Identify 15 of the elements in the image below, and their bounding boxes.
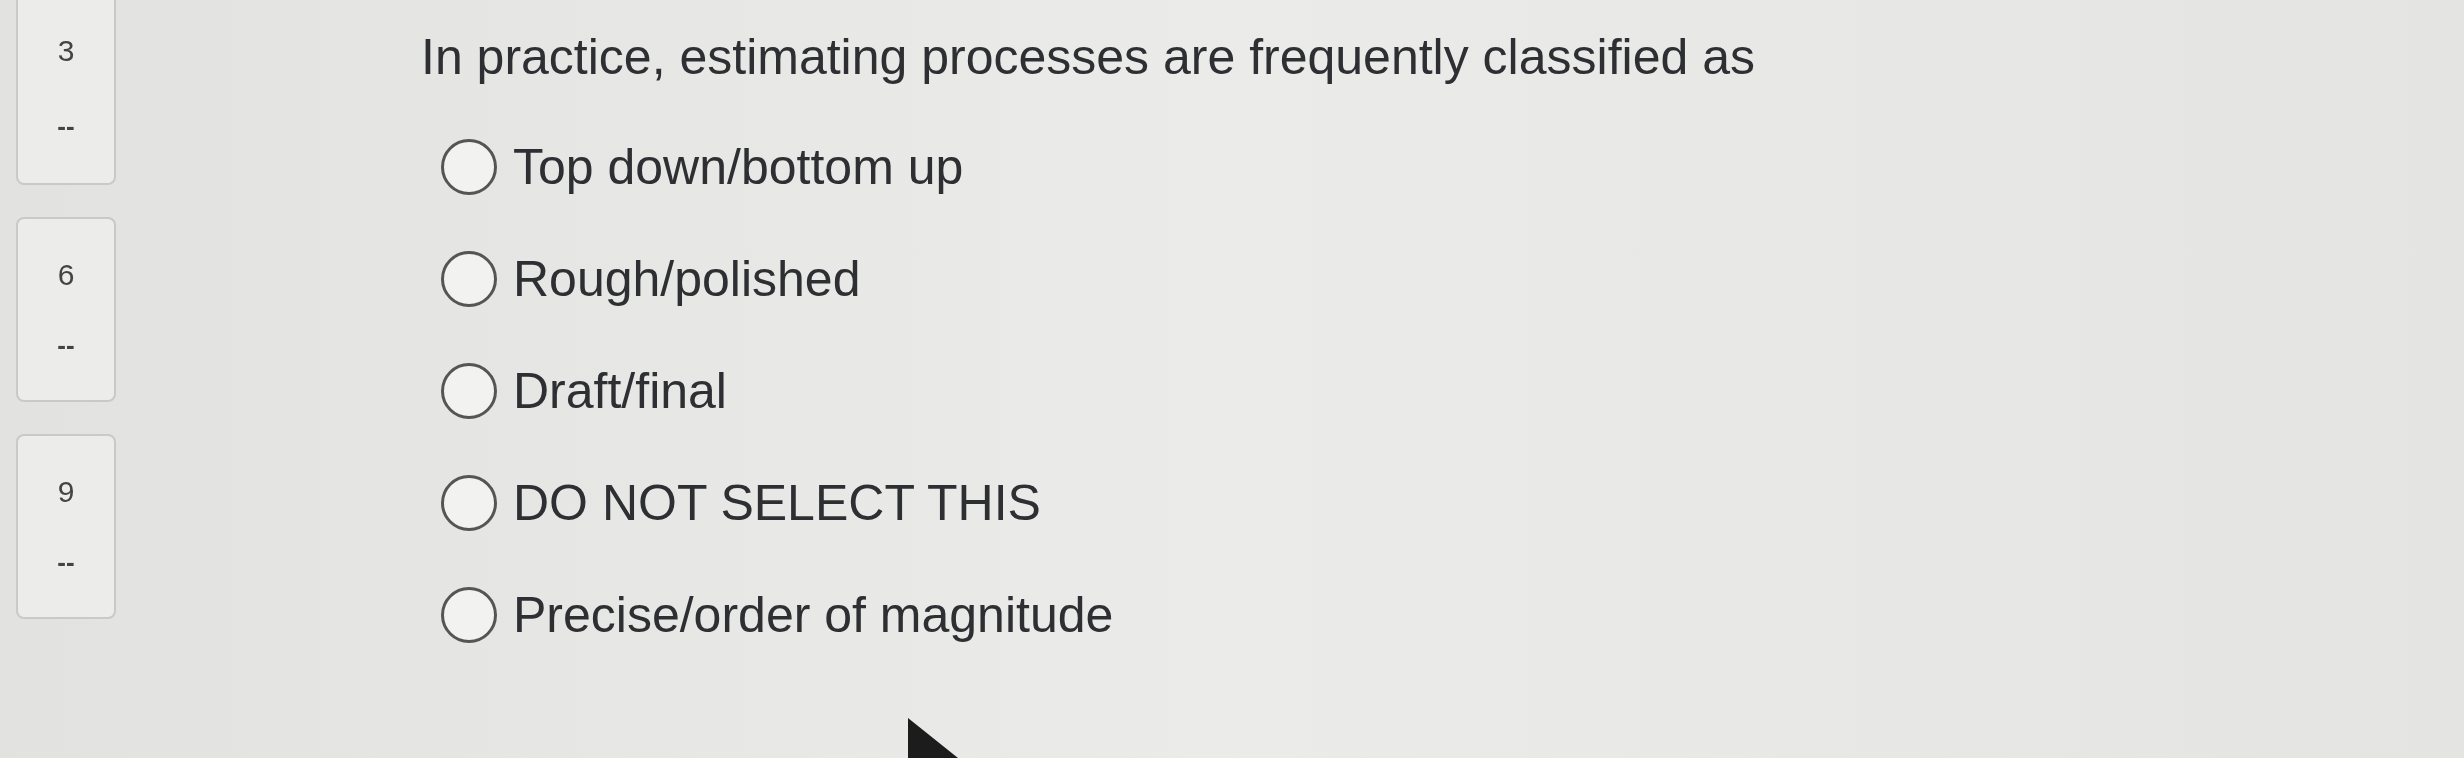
radio-button[interactable]: [441, 475, 497, 531]
cursor-icon: [908, 718, 958, 758]
question-nav-card[interactable]: 9 --: [16, 434, 116, 619]
answer-option[interactable]: Draft/final: [441, 362, 1755, 420]
answer-option[interactable]: Precise/order of magnitude: [441, 586, 1755, 644]
radio-button[interactable]: [441, 587, 497, 643]
question-nav-card[interactable]: 3 --: [16, 0, 116, 185]
question-nav-card[interactable]: 6 --: [16, 217, 116, 402]
radio-button[interactable]: [441, 139, 497, 195]
answer-option[interactable]: Rough/polished: [441, 250, 1755, 308]
radio-button[interactable]: [441, 363, 497, 419]
radio-button[interactable]: [441, 251, 497, 307]
answer-option[interactable]: DO NOT SELECT THIS: [441, 474, 1755, 532]
question-text: In practice, estimating processes are frequently classified as: [421, 28, 1755, 86]
answer-option[interactable]: Top down/bottom up: [441, 138, 1755, 196]
